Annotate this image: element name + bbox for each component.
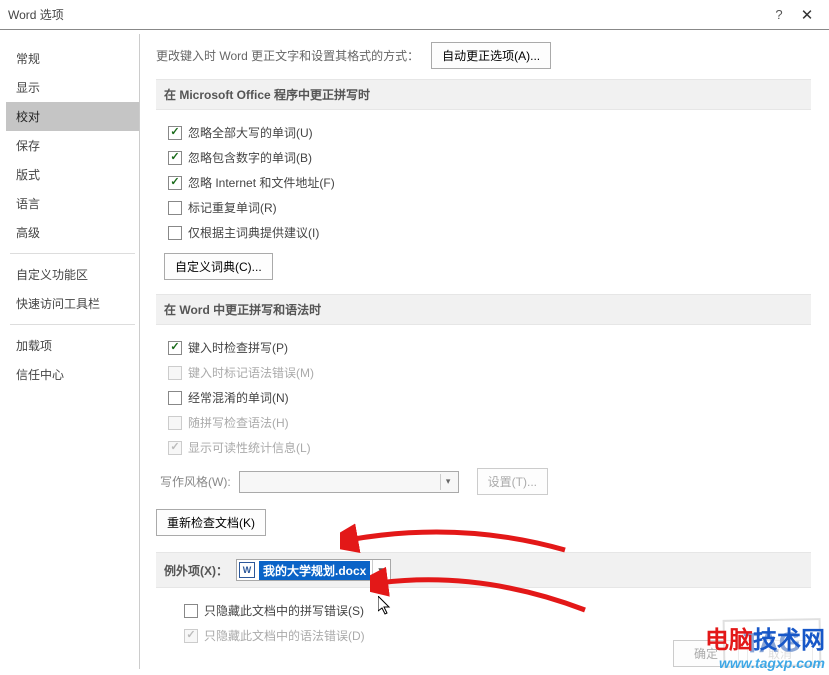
- word-spell-option-checkbox: [168, 441, 182, 455]
- exception-option-label: 只隐藏此文档中的拼写错误(S): [204, 602, 364, 619]
- office-spell-option-label: 仅根据主词典提供建议(I): [188, 224, 319, 241]
- office-spell-option-row: 忽略 Internet 和文件地址(F): [160, 170, 811, 195]
- word-spell-option-row: 键入时检查拼写(P): [160, 335, 811, 360]
- sidebar-item-layout[interactable]: 版式: [6, 160, 139, 189]
- sidebar-item-language[interactable]: 语言: [6, 189, 139, 218]
- exception-option-label: 只隐藏此文档中的语法错误(D): [204, 627, 365, 644]
- word-spell-option-label: 键入时检查拼写(P): [188, 339, 288, 356]
- office-spell-option-row: 仅根据主词典提供建议(I): [160, 220, 811, 245]
- close-icon[interactable]: ✕: [793, 6, 821, 24]
- word-spell-option-label: 显示可读性统计信息(L): [188, 439, 311, 456]
- office-spell-option-row: 忽略包含数字的单词(B): [160, 145, 811, 170]
- office-spell-option-checkbox[interactable]: [168, 201, 182, 215]
- writing-style-select[interactable]: ▾: [239, 471, 459, 493]
- word-spell-option-row: 键入时标记语法错误(M): [160, 360, 811, 385]
- titlebar: Word 选项 ? ✕: [0, 0, 829, 30]
- help-icon[interactable]: ?: [765, 7, 793, 22]
- word-spell-option-checkbox: [168, 366, 182, 380]
- sidebar-item-addins[interactable]: 加载项: [6, 331, 139, 360]
- word-spell-option-label: 经常混淆的单词(N): [188, 389, 289, 406]
- exceptions-label: 例外项(X)：: [164, 562, 228, 579]
- word-spell-option-row: 显示可读性统计信息(L): [160, 435, 811, 460]
- recheck-doc-button[interactable]: 重新检查文档(K): [156, 509, 266, 536]
- exception-option-row: 只隐藏此文档中的拼写错误(S): [176, 598, 811, 623]
- sidebar-separator: [10, 324, 135, 325]
- main-panel: 更改键入时 Word 更正文字和设置其格式的方式： 自动更正选项(A)... 在…: [140, 30, 829, 675]
- exception-option-checkbox[interactable]: [184, 604, 198, 618]
- office-spell-option-checkbox[interactable]: [168, 176, 182, 190]
- sidebar-item-display[interactable]: 显示: [6, 73, 139, 102]
- sidebar: 常规 显示 校对 保存 版式 语言 高级 自定义功能区 快速访问工具栏 加载项 …: [6, 34, 140, 669]
- sidebar-item-customize-ribbon[interactable]: 自定义功能区: [6, 260, 139, 289]
- word-spell-option-checkbox[interactable]: [168, 391, 182, 405]
- window-title: Word 选项: [8, 6, 765, 23]
- sidebar-item-proofing[interactable]: 校对: [6, 102, 139, 131]
- word-doc-icon: W: [239, 562, 255, 578]
- writing-style-label: 写作风格(W):: [160, 473, 231, 490]
- office-spell-option-label: 标记重复单词(R): [188, 199, 277, 216]
- word-spell-option-label: 随拼写检查语法(H): [188, 414, 289, 431]
- exceptions-document-select[interactable]: W 我的大学规划.docx ▾: [236, 559, 391, 581]
- exception-option-checkbox: [184, 629, 198, 643]
- office-spell-option-row: 标记重复单词(R): [160, 195, 811, 220]
- section-heading-exceptions: 例外项(X)： W 我的大学规划.docx ▾: [156, 552, 811, 588]
- autocorrect-options-button[interactable]: 自动更正选项(A)...: [431, 42, 551, 69]
- intro-text: 更改键入时 Word 更正文字和设置其格式的方式：: [156, 47, 419, 64]
- sidebar-item-trust-center[interactable]: 信任中心: [6, 360, 139, 389]
- word-spell-option-row: 经常混淆的单词(N): [160, 385, 811, 410]
- word-spell-option-row: 随拼写检查语法(H): [160, 410, 811, 435]
- sidebar-separator: [10, 253, 135, 254]
- sidebar-item-general[interactable]: 常规: [6, 44, 139, 73]
- office-spell-option-label: 忽略 Internet 和文件地址(F): [188, 174, 335, 191]
- section-heading-office-spell: 在 Microsoft Office 程序中更正拼写时: [156, 79, 811, 110]
- sidebar-item-save[interactable]: 保存: [6, 131, 139, 160]
- office-spell-option-row: 忽略全部大写的单词(U): [160, 120, 811, 145]
- office-spell-option-label: 忽略全部大写的单词(U): [188, 124, 313, 141]
- office-spell-option-checkbox[interactable]: [168, 226, 182, 240]
- custom-dict-button[interactable]: 自定义词典(C)...: [164, 253, 273, 280]
- section-heading-word-spell: 在 Word 中更正拼写和语法时: [156, 294, 811, 325]
- chevron-down-icon: ▾: [440, 474, 456, 490]
- cancel-button[interactable]: 取消: [747, 640, 813, 667]
- word-spell-option-checkbox[interactable]: [168, 341, 182, 355]
- sidebar-item-quick-access[interactable]: 快速访问工具栏: [6, 289, 139, 318]
- office-spell-option-checkbox[interactable]: [168, 151, 182, 165]
- sidebar-item-advanced[interactable]: 高级: [6, 218, 139, 247]
- ok-button[interactable]: 确定: [673, 640, 739, 667]
- word-spell-option-checkbox: [168, 416, 182, 430]
- office-spell-option-checkbox[interactable]: [168, 126, 182, 140]
- office-spell-option-label: 忽略包含数字的单词(B): [188, 149, 312, 166]
- word-spell-option-label: 键入时标记语法错误(M): [188, 364, 314, 381]
- exceptions-document-name: 我的大学规划.docx: [259, 561, 370, 580]
- writing-style-settings-button[interactable]: 设置(T)...: [477, 468, 548, 495]
- chevron-down-icon: ▾: [372, 560, 388, 580]
